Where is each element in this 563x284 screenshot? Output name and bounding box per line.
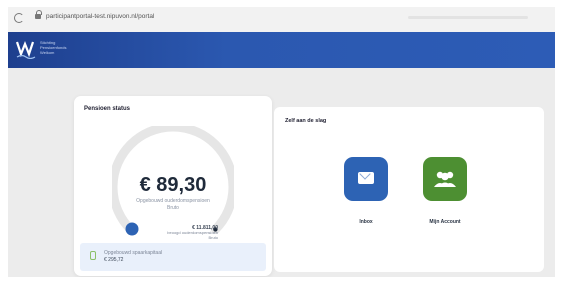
gauge-indicator	[125, 222, 139, 236]
savings-value: € 295,72	[104, 257, 124, 263]
card-title: Pensioen status	[84, 106, 131, 112]
account-button[interactable]	[423, 157, 467, 201]
amount-label-line: Bruto	[167, 205, 179, 211]
site-header: Stichting Pensioenfonds Welkom	[8, 32, 555, 68]
logo-text: Stichting Pensioenfonds Welkom	[40, 40, 67, 55]
reload-icon[interactable]	[14, 13, 24, 23]
toolbar-divider	[408, 16, 528, 19]
inbox-button[interactable]	[344, 157, 388, 201]
screen: participantportal-test.nipuvon.nl/portal…	[8, 7, 555, 277]
savings-label: Opgebouwd spaarkapitaal	[104, 250, 163, 256]
people-icon	[434, 171, 456, 187]
amount-label-line: Opgebouwd ouderdomspensioen	[136, 198, 210, 204]
actions-card: Zelf aan de slag Inbox Mijn Account	[274, 107, 544, 272]
logo-icon[interactable]	[16, 39, 36, 59]
address-bar[interactable]: participantportal-test.nipuvon.nl/portal	[46, 13, 154, 20]
target-label: beoogd ouderdomspensioen Bruto	[144, 230, 218, 240]
browser-toolbar: participantportal-test.nipuvon.nl/portal	[8, 7, 555, 33]
envelope-icon	[358, 172, 374, 184]
actions-title: Zelf aan de slag	[285, 118, 327, 124]
inbox-label[interactable]: Inbox	[336, 219, 396, 225]
piggy-bank-icon	[90, 251, 96, 260]
account-label[interactable]: Mijn Account	[415, 219, 475, 225]
pension-amount: € 89,30	[139, 174, 207, 196]
lock-icon	[35, 10, 42, 19]
savings-box[interactable]: Opgebouwd spaarkapitaal € 295,72	[80, 243, 266, 271]
pension-amount-label: Opgebouwd ouderdomspensioen Bruto	[74, 198, 272, 212]
target-label-line: Bruto	[208, 235, 218, 240]
pension-status-card: Pensioen status € 89,30 Opgebouwd ouderd…	[74, 96, 272, 276]
